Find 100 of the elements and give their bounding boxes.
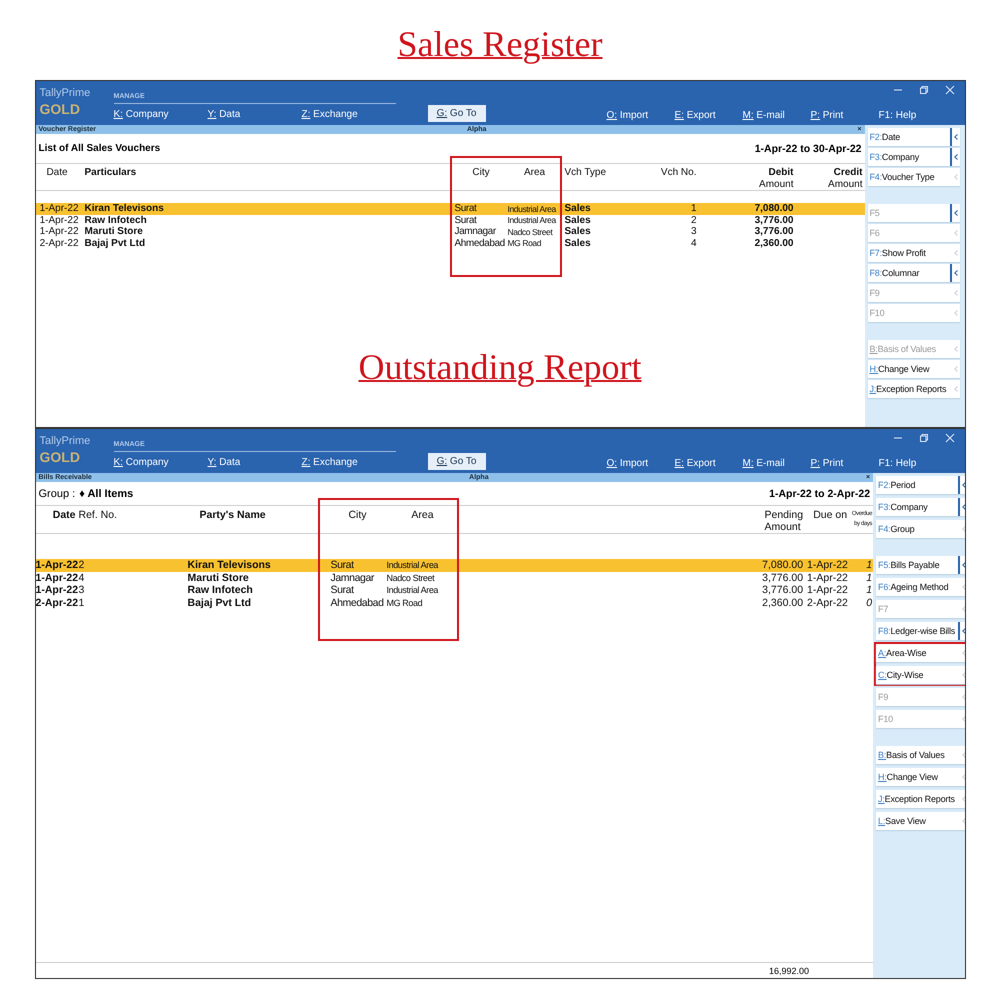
column-header: Vch Type bbox=[564, 167, 608, 180]
period-label: 1-Apr-22 to 30-Apr-22 bbox=[754, 142, 862, 154]
table-cell-text: Surat bbox=[454, 214, 478, 226]
menu-item[interactable]: Z: Exchange bbox=[302, 456, 392, 469]
menu-item[interactable]: M: E-mail bbox=[742, 457, 810, 473]
restore-icon[interactable] bbox=[918, 85, 928, 95]
side-panel-button[interactable]: F6:Ageing Method bbox=[876, 578, 964, 596]
side-panel-button[interactable]: F4:Group bbox=[876, 520, 964, 538]
table-cell-text: Raw Infotech bbox=[186, 584, 254, 596]
help-menu-item[interactable]: F1: Help bbox=[878, 109, 928, 125]
table-cell-text: Maruti Store bbox=[186, 572, 250, 584]
table-cell-text: 1-Apr-22 bbox=[38, 203, 80, 214]
side-panel-button[interactable]: C:City-Wise bbox=[876, 666, 964, 684]
side-panel-button[interactable]: F2:Period bbox=[876, 476, 964, 494]
table-cell-text: Industrial Area bbox=[386, 560, 440, 570]
table-cell-text: 7,080.00 bbox=[754, 203, 794, 214]
table-cell-text: MG Road bbox=[508, 238, 542, 248]
table-cell-text: Industrial Area bbox=[508, 204, 558, 214]
side-panel-button[interactable]: F8:Ledger-wise Bills bbox=[876, 622, 964, 640]
close-icon[interactable] bbox=[944, 433, 954, 443]
column-header: City bbox=[450, 167, 508, 190]
side-panel-button[interactable]: F8:Columnar bbox=[868, 264, 960, 282]
table-cell-text: 1 bbox=[865, 559, 874, 572]
side-panel-button[interactable]: F3:Company bbox=[868, 148, 960, 166]
table-cell-text: 2,360.00 bbox=[754, 238, 794, 249]
side-panel-button[interactable]: F3:Company bbox=[876, 498, 964, 516]
menu-item[interactable]: Y: Data bbox=[208, 108, 302, 121]
table-cell-text: 1 bbox=[78, 596, 86, 609]
side-panel-button[interactable]: F4:Voucher Type bbox=[868, 168, 960, 186]
caret-icon bbox=[954, 386, 958, 392]
side-panel-button[interactable]: J:Exception Reports bbox=[876, 790, 964, 808]
go-to-button[interactable]: G: Go To bbox=[428, 105, 486, 122]
table-cell-text: 2-Apr-22 bbox=[38, 238, 80, 249]
table-row[interactable]: 1-Apr-223 Raw Infotech Surat Industrial Area 3,776.00 1-Apr-22 1 bbox=[36, 584, 874, 596]
table-cell-text: 1 bbox=[690, 203, 698, 214]
menu-item[interactable]: P: Print bbox=[810, 457, 878, 473]
side-panel-button[interactable]: F5:Bills Payable bbox=[876, 556, 964, 574]
table-row[interactable]: 1-Apr-222 Kiran Televisons Surat Industrial Area 7,080.00 1-Apr-22 1 bbox=[36, 559, 874, 572]
app-name: TallyPrime bbox=[40, 87, 92, 100]
table-cell-text: Kiran Televisons bbox=[84, 203, 165, 214]
menu-item[interactable]: Z: Exchange bbox=[302, 108, 392, 121]
table-row[interactable]: 1-Apr-22 Kiran Televisons Surat Industrial Area Sales 1 7,080.00 bbox=[36, 203, 864, 214]
table-cell-text: 2 bbox=[690, 214, 698, 226]
report-subtitle: List of All Sales Vouchers bbox=[38, 143, 160, 154]
table-cell-text: Nadco Street bbox=[386, 572, 436, 583]
side-panel-button[interactable]: H:Change View bbox=[876, 768, 964, 786]
table-cell-text: Kiran Televisons bbox=[186, 559, 272, 572]
app-name: TallyPrime bbox=[40, 435, 92, 448]
table-cell: 1-Apr-22 bbox=[36, 584, 76, 596]
menu-item[interactable]: E: Export bbox=[674, 457, 742, 473]
table-cell-text: Surat bbox=[330, 559, 355, 572]
table-cell-text: Raw Infotech bbox=[84, 214, 148, 226]
menu-item[interactable]: K: Company bbox=[114, 108, 208, 121]
side-panel-button[interactable]: F2:Date bbox=[868, 128, 960, 146]
table-cell-text: 1-Apr-22 bbox=[38, 226, 80, 238]
section-heading: Outstanding Report bbox=[358, 346, 642, 389]
side-panel-button[interactable]: F7:Show Profit bbox=[868, 244, 960, 262]
table-row[interactable]: 1-Apr-22 Raw Infotech Surat Industrial Area Sales 2 3,776.00 bbox=[36, 214, 864, 226]
table-cell-text: 3,776.00 bbox=[754, 214, 794, 226]
table-row[interactable]: 1-Apr-22 Maruti Store Jamnagar Nadco Street Sales 3 3,776.00 bbox=[36, 226, 864, 238]
side-panel-button[interactable]: L:Save View bbox=[876, 812, 964, 830]
period-label: 1-Apr-22 to 2-Apr-22 bbox=[769, 488, 870, 500]
side-panel-button[interactable]: A:Area-Wise bbox=[876, 644, 964, 662]
menu-item[interactable]: O: Import bbox=[606, 457, 674, 473]
caret-icon bbox=[954, 346, 958, 352]
close-icon[interactable] bbox=[944, 85, 954, 95]
side-panel-button[interactable]: H:Change View bbox=[868, 360, 960, 378]
restore-icon[interactable] bbox=[918, 433, 928, 443]
column-header: City bbox=[318, 509, 384, 533]
table-row[interactable]: 1-Apr-224 Maruti Store Jamnagar Nadco Street 3,776.00 1-Apr-22 1 bbox=[36, 572, 874, 584]
table-cell-text: 3,776.00 bbox=[761, 584, 804, 596]
menu-item[interactable]: O: Import bbox=[606, 109, 674, 125]
table-cell-text: 4 bbox=[690, 238, 698, 249]
table-cell-text: 2 bbox=[78, 559, 86, 572]
column-header: Pending Amount bbox=[764, 509, 804, 533]
menu-item[interactable]: M: E-mail bbox=[742, 109, 810, 125]
go-to-button[interactable]: G: Go To bbox=[428, 453, 486, 470]
caret-icon bbox=[954, 154, 958, 160]
menu-item[interactable]: E: Export bbox=[674, 109, 742, 125]
caret-icon bbox=[954, 250, 958, 256]
table-cell-text: 1-Apr-22 bbox=[807, 572, 849, 584]
menu-item[interactable]: K: Company bbox=[114, 456, 208, 469]
table-row[interactable]: 2-Apr-22 Bajaj Pvt Ltd Ahmedabad MG Road Sales 4 2,360.00 bbox=[36, 238, 864, 249]
caret-icon bbox=[954, 134, 958, 140]
caret-icon bbox=[954, 230, 958, 236]
table-cell-text: Surat bbox=[454, 203, 478, 214]
table-cell-text: Surat bbox=[330, 584, 355, 596]
table-cell-text: 1-Apr-22 bbox=[38, 214, 80, 226]
table-cell-text: Sales bbox=[564, 238, 592, 249]
menu-item[interactable]: P: Print bbox=[810, 109, 878, 125]
column-header: Date bbox=[45, 167, 69, 180]
table-row[interactable]: 2-Apr-221 Bajaj Pvt Ltd Ahmedabad MG Road 2,360.00 2-Apr-22 0 bbox=[36, 596, 874, 609]
help-menu-item[interactable]: F1: Help bbox=[878, 457, 928, 473]
menu-item[interactable]: Y: Data bbox=[208, 456, 302, 469]
side-panel-button[interactable]: B:Basis of Values bbox=[876, 746, 964, 764]
side-panel-button[interactable]: J:Exception Reports bbox=[868, 380, 960, 398]
group-label: Group : bbox=[38, 488, 76, 500]
group-value: ♦ All Items bbox=[79, 488, 134, 500]
column-header: Debit Amount bbox=[758, 167, 794, 190]
table-cell-text: 1-Apr-22 bbox=[807, 559, 849, 572]
